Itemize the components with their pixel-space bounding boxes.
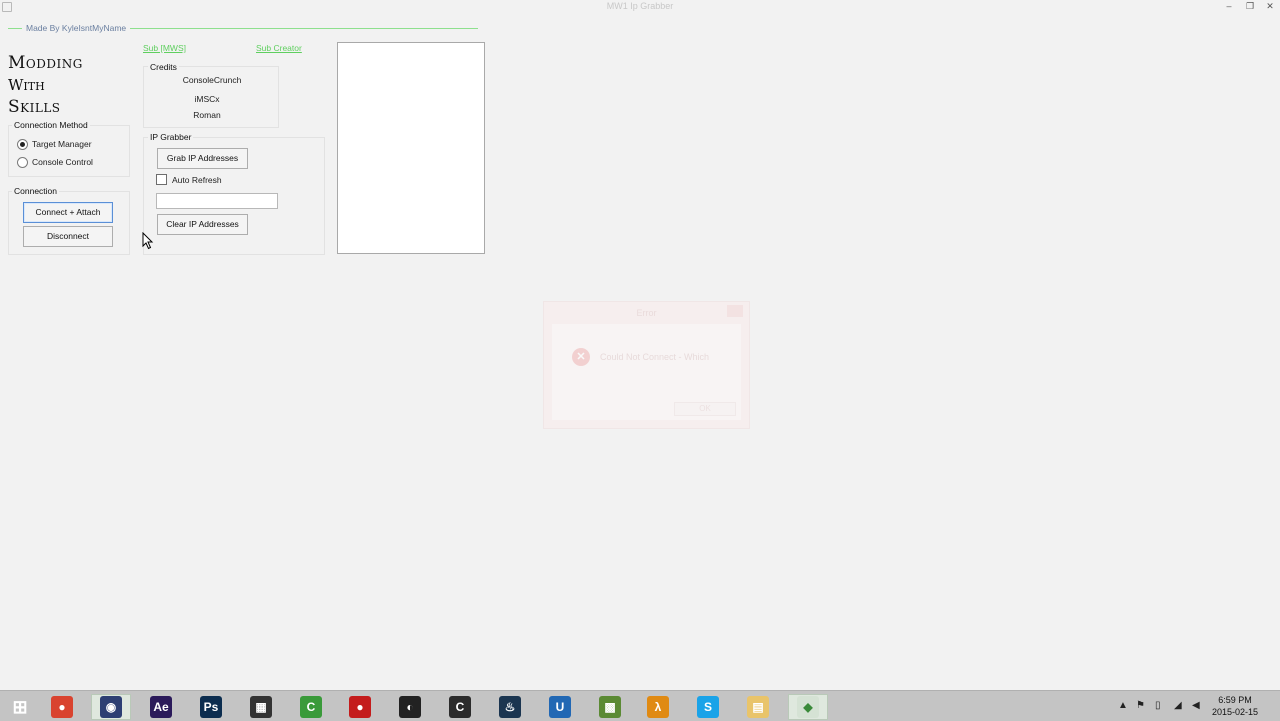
logo-line-1: Modding [8, 53, 83, 73]
console-control-label[interactable]: Console Control [32, 157, 93, 167]
clock-time: 6:59 PM [1218, 695, 1252, 705]
taskbar-console-app-button[interactable]: C [440, 694, 480, 720]
credit-name: ConsoleCrunch [182, 75, 242, 85]
after-effects-icon: Ae [150, 696, 172, 718]
taskbar-recorder-button[interactable]: ● [340, 694, 380, 720]
clear-ip-addresses-button[interactable]: Clear IP Addresses [157, 214, 248, 235]
console-app-icon: C [449, 696, 471, 718]
dialog-ok-button[interactable]: OK [674, 402, 736, 416]
disconnect-button[interactable]: Disconnect [23, 226, 113, 247]
close-button[interactable]: ✕ [1263, 1, 1277, 12]
ip-text-field[interactable] [156, 193, 278, 209]
clock[interactable]: 6:59 PM 2015-02-15 [1212, 694, 1258, 718]
taskbar-skype-button[interactable]: S [688, 694, 728, 720]
dialog-close-button[interactable] [727, 305, 743, 317]
sub-creator-link[interactable]: Sub Creator [256, 43, 302, 53]
target-manager-radio[interactable] [17, 139, 28, 150]
minimize-button[interactable]: ‒ [1222, 1, 1236, 12]
connect-attach-button[interactable]: Connect + Attach [23, 202, 113, 223]
credit-name: iMSCx [194, 94, 220, 104]
show-hidden-icons-icon[interactable]: ▲ [1118, 700, 1128, 711]
taskbar-start-button[interactable]: ⊞ [0, 694, 40, 720]
steam-icon: ♨ [499, 696, 521, 718]
obs-icon: ◐ [399, 696, 421, 718]
auto-refresh-label[interactable]: Auto Refresh [172, 175, 222, 185]
connection-method-title: Connection Method [12, 120, 90, 130]
maximize-button[interactable]: ❐ [1243, 1, 1257, 12]
logo-line-3: Skills [8, 97, 61, 117]
error-icon: ✕ [572, 348, 590, 366]
file-explorer-icon: ▤ [747, 696, 769, 718]
error-dialog[interactable]: Error ✕ Could Not Connect - Which OK [543, 301, 750, 429]
half-life-icon: λ [647, 696, 669, 718]
volume-icon[interactable]: ◀ [1192, 700, 1200, 711]
connection-title: Connection [12, 186, 60, 196]
logo-line-2: With [8, 76, 45, 94]
credits-title: Credits [148, 62, 179, 72]
target-manager-label[interactable]: Target Manager [32, 139, 92, 149]
radio-selected-dot [20, 142, 25, 147]
mouse-cursor-icon [142, 232, 154, 250]
taskbar-photoshop-button[interactable]: Ps [191, 694, 231, 720]
video-editor-icon: ▦ [250, 696, 272, 718]
console-control-radio[interactable] [17, 157, 28, 168]
recorder-icon: ● [349, 696, 371, 718]
flag-icon[interactable]: ⚑ [1136, 700, 1145, 711]
auto-refresh-checkbox[interactable] [156, 174, 167, 185]
skype-icon: S [697, 696, 719, 718]
taskbar-steam-button[interactable]: ♨ [490, 694, 530, 720]
uplay-icon: U [549, 696, 571, 718]
clock-date: 2015-02-15 [1211, 707, 1258, 717]
minecraft-icon: ▩ [599, 696, 621, 718]
credit-name: Roman [193, 110, 221, 120]
taskbar-file-explorer-button[interactable]: ▤ [738, 694, 778, 720]
taskbar-cinema4d-button[interactable]: ◉ [91, 694, 131, 720]
taskbar-after-effects-button[interactable]: Ae [141, 694, 181, 720]
battery-icon[interactable]: ▯ [1155, 700, 1161, 711]
dialog-title: Error [636, 308, 657, 318]
made-by-label: Made By KyleIsntMyName [22, 23, 131, 33]
sub-mws-link[interactable]: Sub [MWS] [143, 43, 186, 53]
taskbar-chrome-button[interactable]: ● [42, 694, 82, 720]
network-icon[interactable]: ◢ [1174, 700, 1182, 711]
mw1-ip-grabber-icon: ◆ [797, 696, 819, 718]
ip-grabber-title: IP Grabber [148, 132, 194, 142]
taskbar-video-editor-button[interactable]: ▦ [241, 694, 281, 720]
taskbar-mw1-ip-grabber-button[interactable]: ◆ [788, 694, 828, 720]
grab-ip-addresses-button[interactable]: Grab IP Addresses [157, 148, 248, 169]
chrome-icon: ● [51, 696, 73, 718]
camtasia-icon: C [300, 696, 322, 718]
dialog-message: Could Not Connect - Which [600, 352, 710, 362]
taskbar-obs-button[interactable]: ◐ [390, 694, 430, 720]
connection-method-group [8, 125, 130, 177]
photoshop-icon: Ps [200, 696, 222, 718]
taskbar-uplay-button[interactable]: U [540, 694, 580, 720]
ip-address-list[interactable] [337, 42, 485, 254]
window-title: MW1 Ip Grabber [606, 1, 674, 11]
logo: Modding With Skills [8, 52, 83, 118]
taskbar-half-life-button[interactable]: λ [638, 694, 678, 720]
taskbar-camtasia-button[interactable]: C [291, 694, 331, 720]
start-icon: ⊞ [12, 696, 28, 717]
title-bar: MW1 Ip Grabber ‒ ❐ ✕ [0, 0, 1280, 14]
taskbar: ⊞ ● ◉ Ae Ps ▦ C ● ◐ C ♨ U ▩ λ S ▤ ◆ ▲ ⚑ ▯ ◢ ◀ 6:59 PM 20… [0, 690, 1280, 721]
cinema4d-icon: ◉ [100, 696, 122, 718]
taskbar-minecraft-button[interactable]: ▩ [590, 694, 630, 720]
